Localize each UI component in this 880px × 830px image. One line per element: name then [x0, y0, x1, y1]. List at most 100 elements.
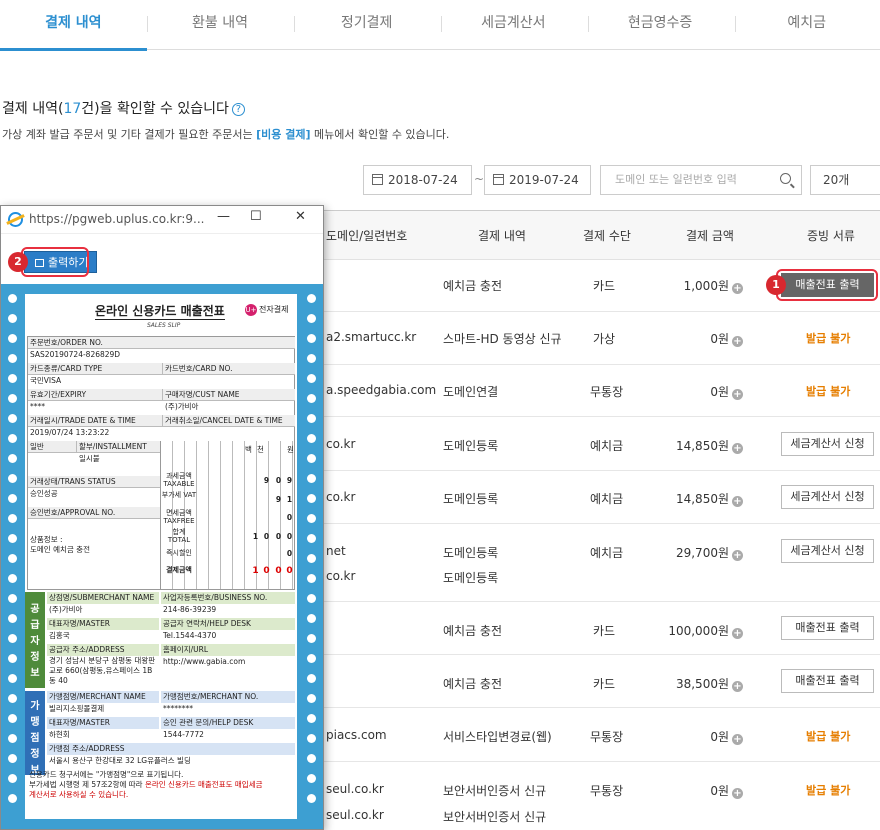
- question-icon[interactable]: ?: [231, 103, 245, 116]
- popup-toolbar: 출력하기 2: [1, 234, 323, 284]
- receipt-popup-window: https://pgweb.uplus.co.kr:9... — ☐ ✕ 출력하…: [0, 205, 324, 830]
- row-method: 무통장: [590, 385, 624, 399]
- col-method: 결제 수단: [583, 229, 631, 243]
- row-description: 예치금 충전: [443, 677, 503, 691]
- installment-label: 할부/INSTALLMENT: [76, 441, 160, 453]
- browser-icon: [8, 212, 23, 227]
- sales-slip-print-button[interactable]: 매출전표 출력: [781, 616, 874, 640]
- perforation-right: [307, 294, 317, 814]
- sales-slip-print-button[interactable]: 매출전표 출력: [781, 669, 874, 693]
- row-domain[interactable]: seul.co.kr: [326, 808, 384, 822]
- tax-invoice-request-button[interactable]: 세금계산서 신청: [781, 539, 874, 563]
- total-digit: 0: [286, 532, 293, 541]
- row-amount: 100,000원 +: [623, 622, 743, 639]
- row-domain[interactable]: a.speedgabia.com: [326, 383, 436, 397]
- unit-thousand: 천: [257, 445, 264, 454]
- row-description: 도메인등록: [443, 546, 499, 560]
- vat-digit: 9: [275, 495, 282, 504]
- cost-payment-link[interactable]: [비용 결제]: [256, 128, 310, 141]
- maximize-icon[interactable]: ☐: [250, 209, 262, 224]
- col-amount: 결제 금액: [686, 229, 734, 243]
- row-method: 무통장: [590, 784, 624, 798]
- tab-tax-invoice[interactable]: 세금계산서: [440, 0, 587, 49]
- row-domain[interactable]: co.kr: [326, 569, 355, 583]
- row-description: 서비스타입변경료(웹): [443, 730, 552, 744]
- calendar-icon: [372, 174, 383, 185]
- taxable-label: 과세금액 TAXABLE: [163, 472, 195, 488]
- minimize-icon[interactable]: —: [217, 209, 230, 224]
- row-method: 예치금: [590, 546, 624, 560]
- row-method: 가상: [593, 332, 616, 346]
- tab-recurring-payment[interactable]: 정기결제: [293, 0, 440, 49]
- row-amount: 38,500원 +: [623, 675, 743, 692]
- row-domain[interactable]: seul.co.kr: [326, 782, 384, 796]
- date-from-input[interactable]: 2018-07-24: [363, 165, 472, 195]
- row-method: 카드: [593, 279, 616, 293]
- highlight-box: [776, 269, 878, 301]
- row-method: 예치금: [590, 492, 624, 506]
- row-amount: 14,850원 +: [623, 490, 743, 507]
- plus-icon[interactable]: +: [732, 443, 743, 454]
- total-label: 합계 TOTAL: [167, 528, 191, 544]
- headline-prefix: 결제 내역(: [2, 101, 64, 117]
- plus-icon[interactable]: +: [732, 788, 743, 799]
- plus-icon[interactable]: +: [732, 389, 743, 400]
- uplus-logo-mark: U+: [245, 304, 257, 316]
- close-icon[interactable]: ✕: [295, 209, 306, 224]
- trade-date-label: 거래일시/TRADE DATE & TIME: [28, 415, 162, 427]
- plus-icon[interactable]: +: [732, 283, 743, 294]
- merchant-name-label: 가맹점명/MERCHANT NAME: [47, 691, 159, 703]
- col-documents: 증빙 서류: [807, 229, 855, 243]
- tax-invoice-request-button[interactable]: 세금계산서 신청: [781, 485, 874, 509]
- row-domain[interactable]: co.kr: [326, 490, 355, 504]
- cust-name-label: 구매자명/CUST NAME: [162, 389, 295, 401]
- not-available-label: 발급 불가: [806, 730, 851, 743]
- plus-icon[interactable]: +: [732, 496, 743, 507]
- expiry: ****: [30, 402, 45, 411]
- plus-icon[interactable]: +: [732, 734, 743, 745]
- biz-no: 214-86-39239: [163, 605, 217, 614]
- tab-deposit[interactable]: 예치금: [733, 0, 880, 49]
- row-amount-value: 0원: [710, 730, 729, 744]
- tab-divider: [441, 16, 442, 32]
- page-size-select[interactable]: 20개: [810, 165, 880, 195]
- plus-icon[interactable]: +: [732, 336, 743, 347]
- date-to-input[interactable]: 2019-07-24: [484, 165, 591, 195]
- product-info: 도메인 예치금 충전: [30, 545, 90, 554]
- date-from-value: 2018-07-24: [388, 173, 458, 187]
- notice-line-1: 신용카드 청구서에는 "가맹점명"으로 표기됩니다.: [29, 770, 184, 779]
- row-amount-value: 100,000원: [668, 624, 729, 638]
- not-available-label: 발급 불가: [806, 385, 851, 398]
- taxable-digit: 9: [286, 476, 293, 485]
- logo-text: 전자결제: [259, 305, 289, 314]
- search-icon[interactable]: [780, 173, 791, 184]
- headline-suffix: 건)을 확인할 수 있습니다: [81, 101, 229, 117]
- tab-cash-receipt[interactable]: 현금영수증: [587, 0, 734, 49]
- plus-icon[interactable]: +: [732, 628, 743, 639]
- not-available-label: 발급 불가: [806, 332, 851, 345]
- tax-invoice-request-button[interactable]: 세금계산서 신청: [781, 432, 874, 456]
- search-input[interactable]: 도메인 또는 일련번호 입력: [600, 165, 802, 195]
- step-badge-1: 1: [766, 275, 786, 295]
- merchant-address: 서울시 용산구 한강대로 32 LG유플러스 빌딩: [49, 756, 191, 765]
- plus-icon[interactable]: +: [732, 681, 743, 692]
- payment-count: 17: [63, 101, 82, 117]
- tab-payment-history[interactable]: 결제 내역: [0, 0, 147, 51]
- perforation-left: [8, 294, 18, 814]
- taxable-digit: 0: [275, 476, 282, 485]
- biz-no-label: 사업자등록번호/BUSINESS NO.: [161, 592, 295, 604]
- taxfree-label: 면세금액 TAXFREE: [163, 509, 195, 525]
- expiry-label: 유효기간/EXPIRY: [28, 389, 162, 401]
- row-domain[interactable]: piacs.com: [326, 728, 387, 742]
- master: 김홍국: [49, 631, 70, 640]
- row-description: 도메인등록: [443, 439, 499, 453]
- plus-icon[interactable]: +: [732, 550, 743, 561]
- tab-refund-history[interactable]: 환불 내역: [147, 0, 294, 49]
- total-digit: 0: [263, 532, 270, 541]
- row-domain[interactable]: co.kr: [326, 437, 355, 451]
- row-domain[interactable]: net: [326, 544, 346, 558]
- notice-line-3: 계산서로 사용하실 수 있습니다.: [29, 790, 129, 799]
- row-method: 카드: [593, 624, 616, 638]
- row-domain[interactable]: a2.smartucc.kr: [326, 330, 416, 344]
- row-amount-value: 1,000원: [683, 279, 729, 293]
